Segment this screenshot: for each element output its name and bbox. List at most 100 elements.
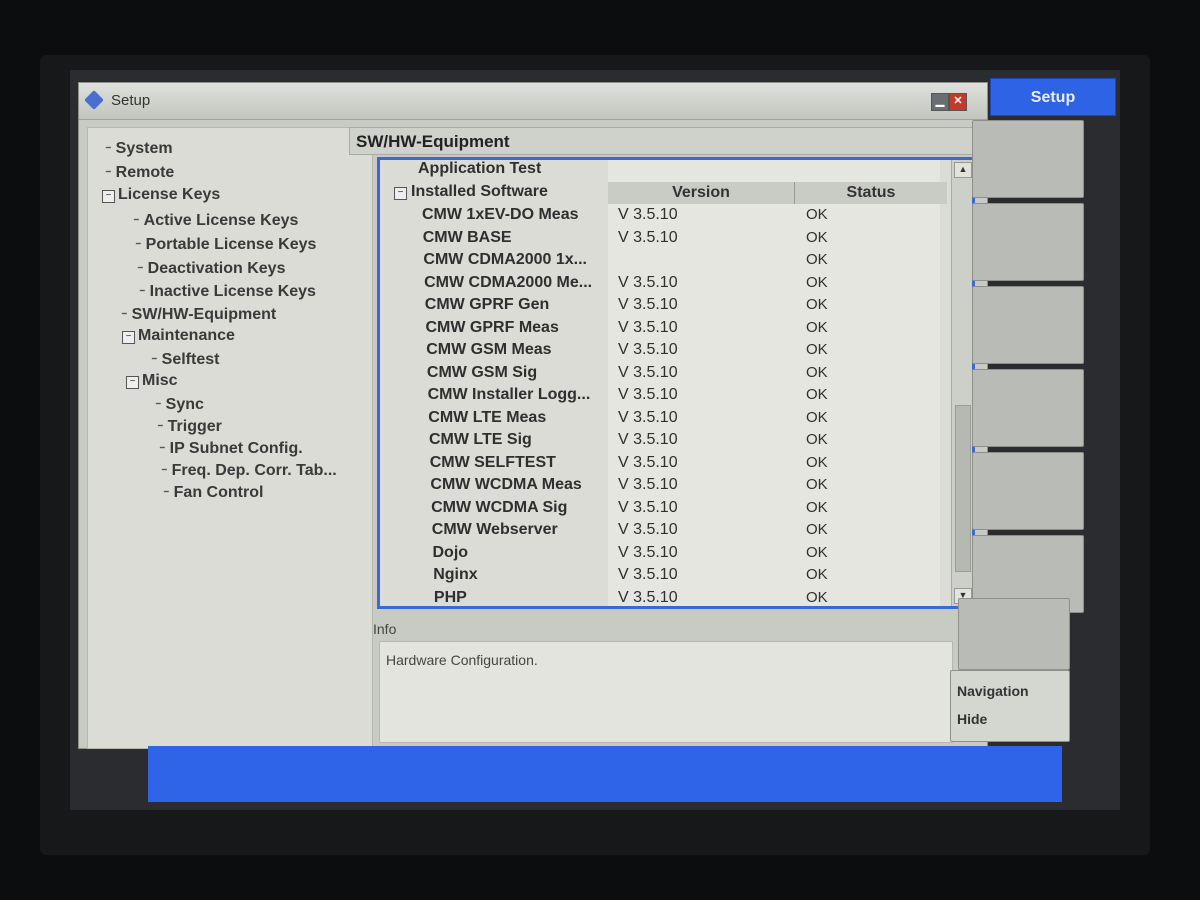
software-version: V 3.5.10 [618,476,678,493]
software-name[interactable]: CMW LTE Sig [429,431,532,449]
software-name[interactable]: CMW CDMA2000 Me... [424,274,592,292]
tree-item-label: Misc [142,372,178,389]
tree-item-label: Maintenance [138,327,235,344]
column-header-status[interactable]: Status [795,182,947,204]
column-header-version[interactable]: Version [608,182,795,204]
tree-item-label: Trigger [167,418,222,435]
software-status: OK [806,363,828,381]
title-bar: Setup ▁ ✕ [79,83,987,120]
software-version: V 3.5.10 [618,273,678,291]
scroll-up-arrow-icon[interactable]: ▲ [954,162,972,178]
software-status: OK [806,543,828,561]
software-version: V 3.5.10 [618,341,678,358]
tree-item-portable-license-keys[interactable]: ╴Portable License Keys [136,234,316,254]
software-version: V 3.5.10 [618,588,678,606]
software-status: OK [806,566,828,583]
collapse-icon[interactable]: − [394,187,407,200]
tree-item-sw-hw-equipment[interactable]: ╴SW/HW-Equipment [122,304,276,324]
tree-item-application-test[interactable]: Application Test [418,160,541,178]
software-status: OK [806,588,828,606]
software-name[interactable]: CMW WCDMA Sig [431,499,567,517]
software-version: V 3.5.10 [618,431,678,448]
setup-window: Setup ▁ ✕ ╴System ╴Remote − License Keys … [78,82,988,749]
software-version: V 3.5.10 [618,318,678,336]
software-status: OK [806,498,828,516]
software-version: V 3.5.10 [618,498,678,516]
collapse-icon[interactable]: − [126,376,139,389]
softkey-1[interactable] [972,120,1084,198]
software-name[interactable]: PHP [434,589,467,607]
software-name[interactable]: CMW Webserver [432,521,558,539]
info-box: Hardware Configuration. [379,641,953,743]
tree-item-trigger[interactable]: ╴Trigger [158,416,222,436]
tree-item-ip-subnet-config[interactable]: ╴IP Subnet Config. [160,438,303,458]
tree-item-license-keys[interactable]: − License Keys [102,186,220,204]
tree-item-inactive-license-keys[interactable]: ╴Inactive License Keys [140,281,316,301]
software-name[interactable]: CMW 1xEV-DO Meas [422,206,578,224]
tree-item-fan-control[interactable]: ╴Fan Control [164,482,263,502]
software-version: V 3.5.10 [618,566,678,583]
software-name[interactable]: CMW Installer Logg... [428,386,591,404]
value-column-bg [608,160,940,606]
scroll-thumb[interactable] [955,405,971,572]
software-status: OK [806,251,828,268]
software-status: OK [806,521,828,538]
software-version: V 3.5.10 [618,453,678,471]
collapse-icon[interactable]: − [122,331,135,344]
tree-item-label: Portable License Keys [145,236,317,253]
close-icon[interactable]: ✕ [949,93,967,111]
tree-item-freq-dep-corr-tab[interactable]: ╴Freq. Dep. Corr. Tab... [162,460,337,480]
minimize-icon[interactable]: ▁ [931,93,949,111]
software-name[interactable]: CMW WCDMA Meas [430,476,581,494]
softkey-3[interactable] [972,286,1084,364]
software-version: V 3.5.10 [618,543,678,561]
software-status: OK [806,431,828,448]
tree-item-label: Remote [115,164,175,181]
software-name[interactable]: CMW GSM Meas [426,341,551,359]
tree-item-active-license-keys[interactable]: ╴Active License Keys [134,210,298,230]
collapse-icon[interactable]: − [102,190,115,203]
softkey-7[interactable] [958,598,1070,670]
softkey-2[interactable] [972,203,1084,281]
software-name[interactable]: CMW GPRF Meas [426,319,559,337]
scrollbar[interactable]: ▲ ▼ [951,160,972,606]
tree-item-maintenance[interactable]: − Maintenance [122,327,235,345]
software-status: OK [806,273,828,291]
status-bar [148,746,1062,802]
software-status: OK [806,476,828,493]
software-status: OK [806,228,828,246]
tree-item-label: SW/HW-Equipment [131,306,277,323]
tree-item-label: License Keys [118,186,221,203]
software-status: OK [806,386,828,403]
tree-item-selftest[interactable]: ╴Selftest [152,349,219,369]
software-name[interactable]: Dojo [433,544,469,562]
info-text: Hardware Configuration. [386,652,538,668]
app-icon [84,90,104,110]
software-name[interactable]: CMW CDMA2000 1x... [423,251,587,269]
software-version: V 3.5.10 [618,228,678,246]
tree-item-sync[interactable]: ╴Sync [156,394,204,414]
software-version: V 3.5.10 [618,296,678,313]
info-label: Info [373,621,397,637]
software-name[interactable]: CMW SELFTEST [430,454,556,472]
installed-software-list[interactable]: Application Test − Installed Software Ver… [377,157,975,609]
software-name[interactable]: CMW GPRF Gen [425,296,549,314]
group-label: Installed Software [411,183,548,200]
tree-item-installed-software[interactable]: − Installed Software [394,183,548,201]
software-name[interactable]: CMW LTE Meas [428,409,546,427]
tree-item-label: Sync [165,396,204,413]
software-name[interactable]: Nginx [433,566,477,584]
software-status: OK [806,206,828,223]
software-status: OK [806,408,828,426]
softkey-4[interactable] [972,369,1084,447]
software-name[interactable]: CMW BASE [423,229,512,247]
tree-item-remote[interactable]: ╴Remote [106,162,174,182]
tree-item-misc[interactable]: − Misc [126,372,178,390]
navigation-hide-button[interactable]: Navigation Hide [950,670,1070,742]
software-name[interactable]: CMW GSM Sig [427,364,537,382]
tree-item-system[interactable]: ╴System [106,138,173,158]
software-status: OK [806,296,828,313]
tree-item-deactivation-keys[interactable]: ╴Deactivation Keys [138,258,285,278]
softkey-5[interactable] [972,452,1084,530]
softkey-title-setup[interactable]: Setup [990,78,1116,116]
